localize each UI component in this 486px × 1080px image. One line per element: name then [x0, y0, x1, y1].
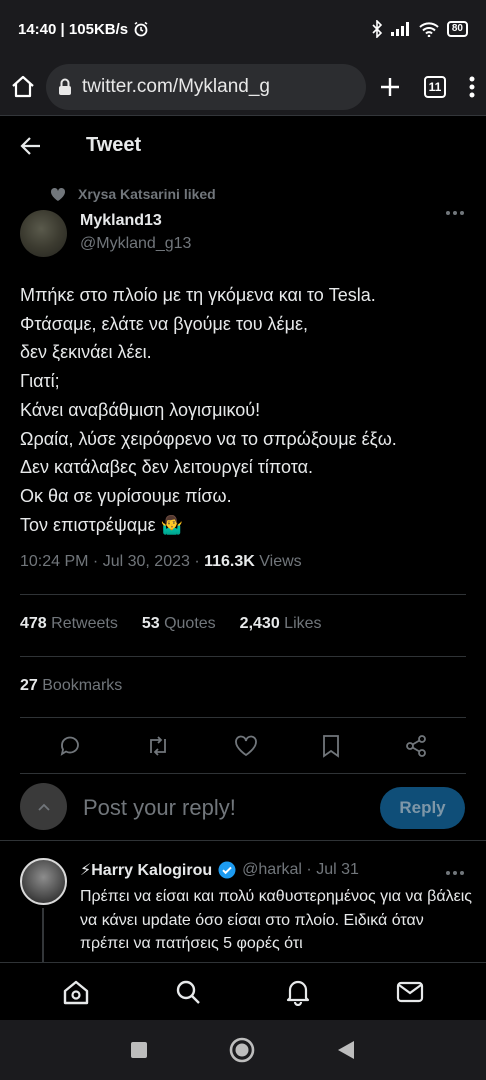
lock-icon	[58, 78, 72, 96]
system-home-button[interactable]	[229, 1037, 255, 1063]
tweet-timestamp[interactable]: 10:24 PM · Jul 30, 2023 ·	[20, 553, 204, 570]
divider	[20, 717, 466, 718]
notifications-icon[interactable]	[285, 978, 311, 1006]
like-icon[interactable]	[234, 735, 258, 757]
alarm-icon	[133, 21, 149, 37]
divider	[20, 656, 466, 657]
home-button[interactable]	[10, 74, 36, 100]
search-icon[interactable]	[175, 979, 201, 1005]
reply-author-handle[interactable]: @harkal · Jul 31	[242, 861, 359, 879]
retweet-icon[interactable]	[145, 734, 171, 758]
user-avatar	[20, 783, 67, 830]
reply-author-name[interactable]: ⚡Harry Kalogirou	[80, 860, 212, 880]
bookmarks-label: Bookmarks	[37, 677, 123, 694]
reply-icon[interactable]	[58, 734, 82, 758]
tweet-meta: 10:24 PM · Jul 30, 2023 · 116.3K Views	[20, 553, 302, 571]
tweet-line: Γιατί;	[20, 371, 60, 392]
network-speed: 105KB/s	[68, 20, 129, 38]
reply-button[interactable]: Reply	[380, 787, 465, 829]
social-context[interactable]: Xrysa Katsarini liked	[50, 186, 216, 202]
author-handle[interactable]: @Mykland_g13	[80, 235, 191, 253]
author-name[interactable]: Mykland13	[80, 212, 162, 230]
reply-header: ⚡Harry Kalogirou @harkal · Jul 31	[80, 860, 359, 880]
battery-indicator: 80	[446, 21, 468, 37]
tweet-line: Κάνει αναβάθμιση λογισμικού!	[20, 399, 261, 420]
system-back-button[interactable]	[336, 1039, 356, 1061]
engagement-stats: 478 Retweets 53 Quotes 2,430 Likes	[20, 615, 322, 633]
tweet-line: Φτάσαμε, ελάτε να βγούμε του λέμε,	[20, 313, 308, 334]
reply-author-avatar[interactable]	[20, 858, 67, 905]
address-bar[interactable]: twitter.com/Mykland_g	[46, 63, 366, 110]
page-header: Tweet	[0, 118, 486, 173]
verified-badge-icon	[218, 861, 236, 879]
home-icon[interactable]	[62, 978, 90, 1006]
bookmark-icon[interactable]	[321, 734, 341, 758]
likes-label: Likes	[279, 615, 322, 632]
new-tab-button[interactable]	[378, 75, 402, 99]
tweet-line: Τον επιστρέψαμε 🤷‍♂️	[20, 514, 184, 535]
status-separator: |	[56, 20, 69, 38]
divider	[20, 594, 466, 595]
retweets-stat[interactable]: 478 Retweets	[20, 615, 118, 633]
messages-icon[interactable]	[396, 980, 424, 1004]
page-title: Tweet	[86, 134, 142, 156]
tab-switcher-button[interactable]: 11	[424, 75, 446, 98]
divider	[20, 773, 466, 774]
heart-icon	[50, 187, 66, 202]
url-text: twitter.com/Mykland_g	[82, 75, 270, 97]
tweet-line: δεν ξεκινάει λέει.	[20, 342, 152, 363]
tweet-line: Οκ θα σε γυρίσουμε πίσω.	[20, 485, 232, 506]
quotes-label: Quotes	[159, 615, 216, 632]
likes-stat[interactable]: 2,430 Likes	[240, 615, 322, 633]
bookmarks-count: 27	[20, 677, 38, 694]
back-arrow-icon[interactable]	[20, 135, 42, 157]
views-count: 116.3K	[204, 553, 255, 570]
retweets-label: Retweets	[46, 615, 118, 632]
clock: 14:40	[18, 20, 57, 38]
tweet-line: Δεν κατάλαβες δεν λειτουργεί τίποτα.	[20, 457, 314, 478]
reply-input[interactable]: Post your reply!	[83, 795, 236, 821]
status-bar: 14:40 | 105KB/s 80	[0, 0, 486, 58]
browser-menu-button[interactable]	[468, 75, 476, 99]
social-context-text: Xrysa Katsarini liked	[78, 186, 216, 202]
retweets-count: 478	[20, 615, 47, 632]
reply-text: Πρέπει να είσαι και πολύ καθυστερημένος …	[80, 888, 472, 952]
tweet-text: Μπήκε στο πλοίο με τη γκόμενα και το Tes…	[20, 281, 470, 539]
reply-composer: Post your reply! Reply	[0, 775, 486, 841]
author-avatar[interactable]	[20, 210, 67, 257]
likes-count: 2,430	[239, 615, 280, 632]
quotes-stat[interactable]: 53 Quotes	[142, 615, 216, 633]
wifi-icon	[419, 21, 439, 37]
bluetooth-icon	[371, 20, 383, 38]
reply-more-button[interactable]	[446, 870, 464, 876]
bookmarks-stat[interactable]: 27 Bookmarks	[20, 677, 122, 695]
signal-icon	[390, 22, 411, 36]
browser-toolbar: twitter.com/Mykland_g 11	[0, 58, 486, 116]
system-navigation	[0, 1020, 486, 1080]
share-icon[interactable]	[404, 734, 428, 758]
tweet-actions	[0, 728, 486, 764]
thread-line	[42, 908, 44, 963]
tweet-line: Ωραία, λύσε χειρόφρενο να το σπρώξουμε έ…	[20, 428, 397, 449]
recents-button[interactable]	[130, 1041, 148, 1059]
quotes-count: 53	[141, 615, 160, 632]
tweet-line: Μπήκε στο πλοίο με τη γκόμενα και το Tes…	[20, 285, 376, 305]
views-label: Views	[254, 553, 302, 570]
bottom-navigation	[0, 962, 486, 1020]
tweet-more-button[interactable]	[446, 210, 464, 216]
